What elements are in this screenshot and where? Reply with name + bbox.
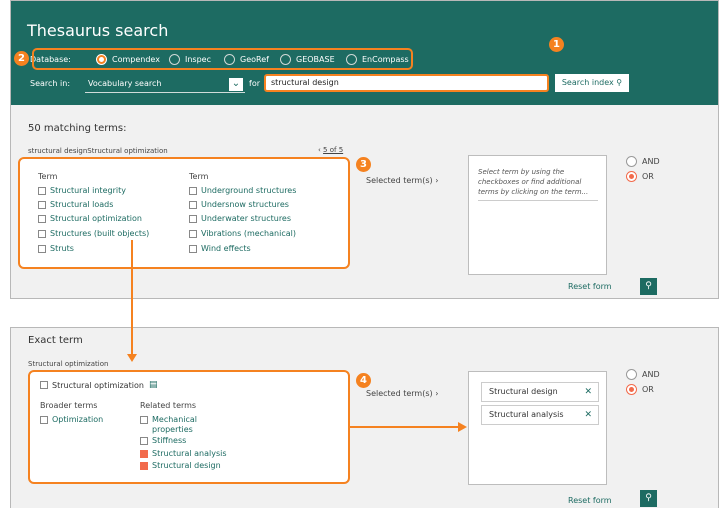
term-column-header: Term [189, 172, 209, 181]
close-icon[interactable]: ✕ [584, 406, 592, 424]
search-icon: ⚲ [645, 281, 652, 291]
callout-badge: 1 [549, 37, 564, 52]
and-option[interactable]: AND [626, 156, 660, 167]
term-checkbox-item[interactable]: Underground structures [189, 186, 296, 195]
close-icon[interactable]: ✕ [584, 383, 592, 401]
selected-terms-hint: Select term by using the checkboxes or f… [478, 168, 589, 196]
selected-terms-label: Selected term(s) › [366, 389, 439, 398]
arrow-head [127, 354, 137, 362]
search-icon: ⚲ [645, 493, 652, 503]
exact-term-checkbox[interactable]: Structural optimization ▤ [40, 380, 158, 390]
selected-term-chip: Structural design ✕ [481, 382, 599, 402]
callout-badge: 2 [14, 51, 29, 66]
search-index-button[interactable]: Search index ⚲ [555, 74, 629, 92]
selected-term-chip: Structural analysis ✕ [481, 405, 599, 425]
chevron-right-icon: › [435, 389, 439, 398]
for-label: for [249, 79, 260, 88]
arrow-connector [131, 240, 133, 358]
related-term-item[interactable]: Mechanical properties [140, 415, 212, 435]
reset-form-link[interactable]: Reset form [568, 496, 612, 505]
selected-terms-label: Selected term(s) › [366, 176, 439, 185]
search-in-select[interactable]: Vocabulary search [85, 76, 245, 93]
broader-terms-header: Broader terms [40, 401, 98, 410]
document-icon[interactable]: ▤ [149, 380, 158, 390]
or-option[interactable]: OR [626, 171, 654, 182]
exact-term-heading: Exact term [28, 335, 83, 346]
search-button[interactable]: ⚲ [640, 490, 657, 507]
breadcrumb[interactable]: structural designStructural optimization [28, 147, 168, 155]
related-term-item[interactable]: Structural design [140, 461, 221, 470]
radio-icon[interactable] [626, 156, 637, 167]
search-button[interactable]: ⚲ [640, 278, 657, 295]
search-icon: ⚲ [616, 78, 623, 87]
related-term-item[interactable]: Stiffness [140, 436, 186, 445]
database-highlight [32, 48, 413, 70]
term-checkbox-item[interactable]: Structural loads [38, 200, 113, 209]
term-checkbox-item[interactable]: Vibrations (mechanical) [189, 229, 296, 238]
arrow-connector [350, 426, 460, 428]
search-input[interactable]: structural design [264, 74, 549, 92]
arrow-head [458, 422, 467, 432]
callout-badge: 4 [356, 373, 371, 388]
matching-terms-heading: 50 matching terms: [28, 123, 127, 134]
selected-terms-box: Structural design ✕ Structural analysis ✕ [468, 371, 607, 485]
exact-term-label: Structural optimization [28, 360, 109, 368]
radio-icon[interactable] [626, 369, 637, 380]
or-option[interactable]: OR [626, 384, 654, 395]
related-term-item[interactable]: Structural analysis [140, 449, 227, 458]
divider [478, 200, 598, 201]
term-checkbox-item[interactable]: Structural integrity [38, 186, 126, 195]
term-checkbox-item[interactable]: Struts [38, 244, 74, 253]
term-checkbox-item[interactable]: Undersnow structures [189, 200, 289, 209]
search-in-label: Search in: [30, 79, 71, 88]
radio-icon[interactable] [626, 171, 637, 182]
radio-icon[interactable] [626, 384, 637, 395]
chevron-right-icon: › [435, 176, 439, 185]
chevron-down-icon[interactable]: ⌄ [229, 78, 243, 91]
page-title: Thesaurus search [27, 21, 169, 40]
pager[interactable]: ‹ 5 of 5 [318, 146, 343, 154]
term-checkbox-item[interactable]: Wind effects [189, 244, 251, 253]
chevron-left-icon[interactable]: ‹ [318, 146, 321, 154]
related-terms-header: Related terms [140, 401, 197, 410]
term-checkbox-item[interactable]: Underwater structures [189, 214, 291, 223]
and-option[interactable]: AND [626, 369, 660, 380]
term-checkbox-item[interactable]: Structures (built objects) [38, 229, 149, 238]
term-column-header: Term [38, 172, 58, 181]
term-checkbox-item[interactable]: Structural optimization [38, 214, 142, 223]
reset-form-link[interactable]: Reset form [568, 282, 612, 291]
selected-terms-box: Select term by using the checkboxes or f… [468, 155, 607, 275]
callout-badge: 3 [356, 157, 371, 172]
broader-term-item[interactable]: Optimization [40, 415, 103, 424]
